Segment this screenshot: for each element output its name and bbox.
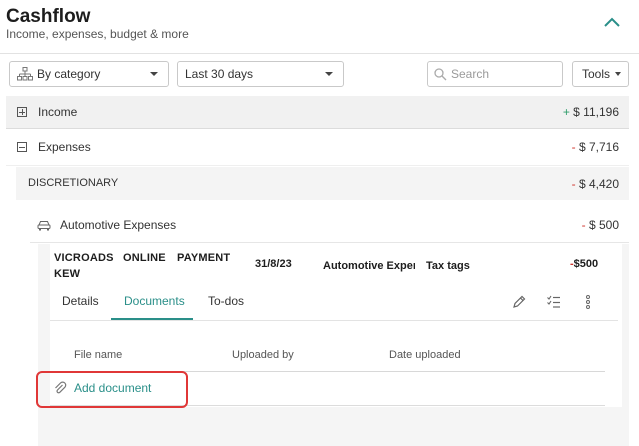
transaction-category[interactable]: Automotive Exper (323, 260, 415, 272)
chevron-up-icon[interactable] (602, 14, 622, 30)
highlight-box (36, 371, 188, 408)
car-icon (37, 221, 51, 231)
caret-down-icon (325, 72, 333, 76)
caret-down-icon (615, 72, 621, 76)
expenses-amount: - $ 7,716 (571, 140, 619, 154)
checklist-icon[interactable] (546, 294, 562, 310)
column-date-uploaded[interactable]: Date uploaded (389, 349, 461, 361)
tab-details[interactable]: Details (62, 294, 99, 308)
caret-down-icon (150, 72, 158, 76)
expenses-label: Expenses (38, 140, 91, 154)
transaction-amount: -$500 (570, 258, 599, 270)
transaction-payee[interactable]: VICROADS ONLINE PAYMENT KEW (54, 250, 234, 282)
expand-icon[interactable] (17, 107, 27, 117)
discretionary-row[interactable]: DISCRETIONARY - $ 4,420 (16, 167, 629, 200)
discretionary-amount: - $ 4,420 (571, 177, 619, 191)
group-by-select[interactable]: By category (9, 61, 169, 87)
date-range-value: Last 30 days (185, 67, 254, 81)
filter-toolbar: By category Last 30 days Tools (0, 55, 639, 95)
date-range-select[interactable]: Last 30 days (177, 61, 344, 87)
group-by-value: By category (37, 67, 101, 81)
more-vertical-icon[interactable] (580, 294, 596, 310)
transaction-tabs: Details Documents To-dos (50, 285, 618, 321)
automotive-label: Automotive Expenses (60, 218, 177, 232)
automotive-expenses-row[interactable]: Automotive Expenses - $ 500 (30, 207, 629, 243)
hierarchy-icon (17, 67, 33, 81)
tab-to-dos[interactable]: To-dos (208, 294, 244, 308)
income-amount: + $ 11,196 (562, 105, 619, 119)
expenses-row[interactable]: Expenses - $ 7,716 (6, 130, 629, 166)
page-title: Cashflow (6, 6, 91, 27)
search-input[interactable] (451, 67, 551, 81)
search-icon (434, 67, 447, 80)
discretionary-label: DISCRETIONARY (28, 177, 119, 189)
collapse-icon[interactable] (17, 142, 27, 152)
column-file-name[interactable]: File name (74, 349, 122, 361)
pencil-icon[interactable] (511, 294, 527, 310)
page-subtitle: Income, expenses, budget & more (6, 27, 189, 41)
tools-button[interactable]: Tools (572, 61, 629, 87)
column-uploaded-by[interactable]: Uploaded by (232, 349, 294, 361)
income-label: Income (38, 105, 78, 119)
search-box[interactable] (427, 61, 563, 87)
tab-documents[interactable]: Documents (124, 294, 185, 308)
cashflow-header: Cashflow Income, expenses, budget & more (0, 0, 639, 54)
transaction-tags[interactable]: Tax tags (426, 260, 470, 272)
active-tab-indicator (111, 318, 193, 320)
tools-label: Tools (582, 67, 611, 81)
transaction-date: 31/8/23 (255, 258, 292, 270)
income-row[interactable]: Income + $ 11,196 (6, 96, 629, 129)
automotive-amount: - $ 500 (581, 218, 619, 232)
